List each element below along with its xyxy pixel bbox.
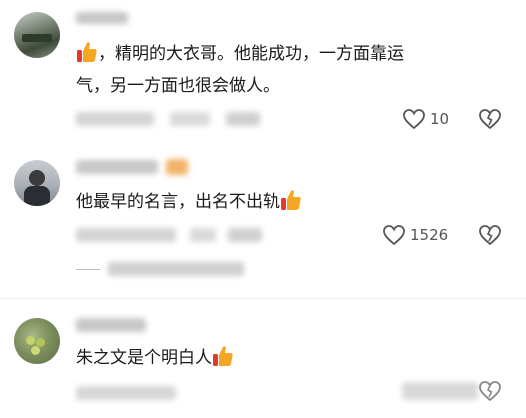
- dislike-icon[interactable]: [478, 108, 502, 130]
- comment-item: 他最早的名言，出名不出轨 1526: [0, 148, 526, 288]
- comment-text: 朱之文是个明白人: [76, 342, 234, 374]
- dislike-icon[interactable]: [478, 224, 502, 246]
- username-blurred[interactable]: [76, 12, 128, 24]
- like-area-blurred[interactable]: [402, 382, 478, 400]
- comment-item: 朱之文是个明白人: [0, 306, 526, 418]
- timestamp-blurred: [76, 386, 176, 400]
- reply-button-blurred[interactable]: [190, 228, 216, 242]
- heart-icon[interactable]: [382, 224, 406, 246]
- comment-text-line1: 他最早的名言，出名不出轨: [76, 192, 280, 212]
- timestamp-blurred: [76, 228, 176, 242]
- like-count: 1526: [410, 226, 449, 244]
- username-blurred[interactable]: [76, 318, 146, 332]
- location-blurred: [228, 228, 262, 242]
- comment-text-line1: 朱之文是个明白人: [76, 348, 212, 368]
- avatar[interactable]: [14, 318, 60, 364]
- heart-icon[interactable]: [402, 108, 426, 130]
- dislike-icon[interactable]: [478, 380, 502, 402]
- expand-replies-divider: [76, 269, 100, 270]
- reply-button-blurred[interactable]: [170, 112, 210, 126]
- comment-text: ，精明的大衣哥。他能成功，一方面靠运: [76, 38, 404, 70]
- comment-item: ，精明的大衣哥。他能成功，一方面靠运 气，另一方面也很会做人。 10: [0, 0, 526, 140]
- user-badge-blurred: [166, 159, 188, 175]
- timestamp-blurred: [76, 112, 154, 126]
- comment-text-line1: ，精明的大衣哥。他能成功，一方面靠运: [98, 44, 404, 64]
- comment-divider: [0, 298, 526, 299]
- comment-text-line2: 气，另一方面也很会做人。: [76, 76, 280, 96]
- avatar[interactable]: [14, 160, 60, 206]
- thumbs-up-icon: [76, 40, 98, 64]
- expand-replies-blurred[interactable]: [108, 262, 244, 276]
- avatar[interactable]: [14, 12, 60, 58]
- location-blurred: [226, 112, 260, 126]
- thumbs-up-icon: [280, 188, 302, 212]
- username-blurred[interactable]: [76, 160, 158, 174]
- comment-text-line2-row: 气，另一方面也很会做人。: [76, 70, 280, 102]
- thumbs-up-icon: [212, 344, 234, 368]
- like-count: 10: [430, 110, 450, 128]
- comment-text: 他最早的名言，出名不出轨: [76, 186, 302, 218]
